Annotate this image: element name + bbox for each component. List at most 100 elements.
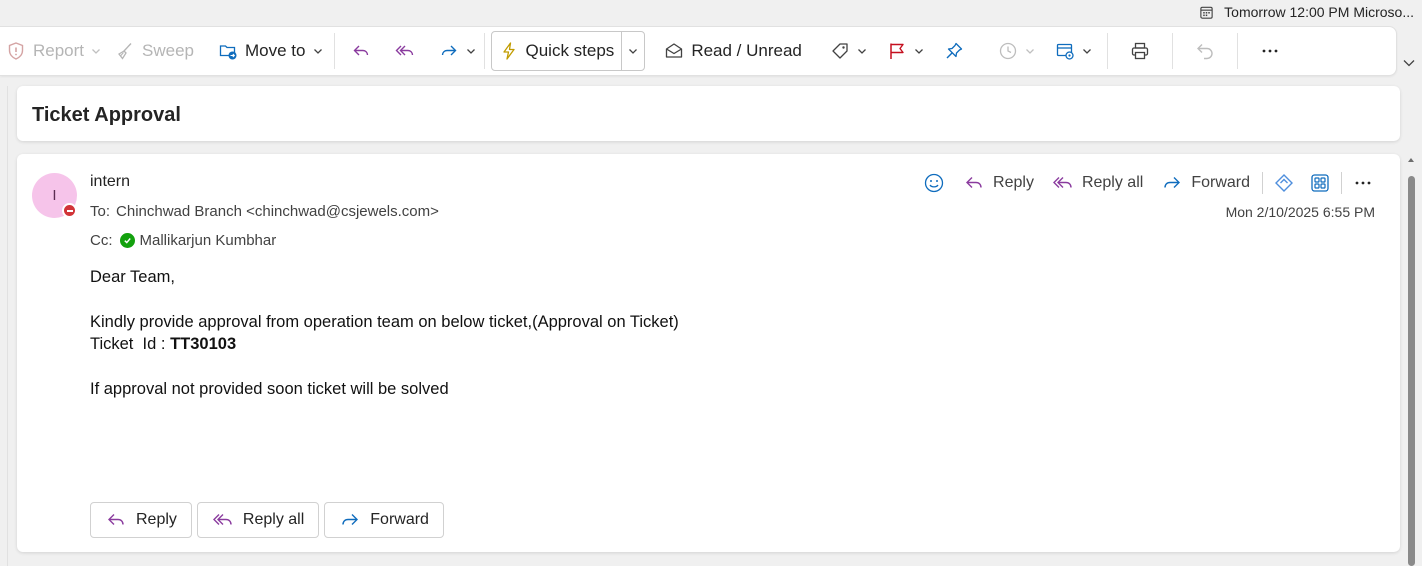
chevron-down-icon	[914, 49, 923, 54]
forward-icon	[441, 45, 456, 56]
report-button[interactable]: Report	[0, 33, 108, 69]
move-to-button[interactable]: Move to	[211, 33, 329, 69]
smiley-icon	[924, 173, 944, 193]
loop-button[interactable]	[1267, 168, 1301, 198]
mail-settings-icon	[1056, 43, 1074, 60]
cc-recipient[interactable]: Mallikarjun Kumbhar	[140, 232, 277, 249]
quick-steps-label: Quick steps	[525, 41, 615, 60]
body-line-3: If approval not provided soon ticket wil…	[90, 380, 449, 398]
pin-button[interactable]	[937, 33, 971, 69]
read-unread-button[interactable]: Read / Unread	[657, 33, 809, 69]
scrollbar-thumb[interactable]	[1408, 176, 1415, 566]
subject-header: Ticket Approval	[17, 86, 1400, 141]
body-greeting: Dear Team,	[90, 268, 175, 286]
presence-available-icon	[119, 233, 135, 248]
reply-label: Reply	[993, 174, 1034, 191]
reply-button[interactable]: Reply	[955, 168, 1042, 198]
ribbon-toolbar: Report Sweep Move to Quick steps Read / …	[0, 26, 1397, 76]
toolbar-divider	[1236, 33, 1238, 69]
move-to-label: Move to	[245, 41, 306, 60]
more-options-button[interactable]	[1242, 33, 1298, 69]
chevron-down-icon[interactable]	[1402, 56, 1416, 70]
report-label: Report	[33, 41, 85, 60]
forward-label: Forward	[1191, 174, 1250, 191]
actions-divider	[1262, 172, 1263, 194]
calendar-icon	[1200, 6, 1213, 19]
folder-move-icon	[219, 45, 237, 60]
body-ticket-line: Ticket Id : TT30103	[90, 333, 1090, 355]
quick-steps-dropdown[interactable]	[622, 32, 644, 70]
undo-icon	[1196, 44, 1213, 60]
ticket-label: Ticket Id :	[90, 335, 171, 353]
actions-divider	[1341, 172, 1342, 194]
loop-icon	[1275, 174, 1293, 192]
message-body: Dear Team, Kindly provide approval from …	[90, 266, 1090, 400]
reply-all-toolbar-button[interactable]	[383, 33, 427, 69]
bottom-reply-button[interactable]: Reply	[90, 502, 192, 538]
reminder-text: Tomorrow 12:00 PM Microso...	[1224, 4, 1414, 20]
envelope-open-icon	[666, 43, 683, 58]
pin-icon	[946, 42, 963, 59]
flag-icon	[890, 43, 904, 59]
printer-icon	[1131, 42, 1149, 60]
title-strip: Tomorrow 12:00 PM Microso...	[0, 0, 1422, 24]
toolbar-divider	[483, 33, 485, 69]
avatar-initial: I	[52, 187, 57, 204]
reply-all-icon	[212, 514, 232, 525]
cc-line: Cc: Mallikarjun Kumbhar	[90, 232, 276, 249]
lightning-icon	[502, 42, 515, 60]
bottom-reply-all-label: Reply all	[242, 511, 305, 528]
apps-button[interactable]	[1303, 168, 1337, 198]
react-button[interactable]	[915, 168, 953, 198]
bottom-forward-button[interactable]: Forward	[324, 502, 444, 538]
more-actions-button[interactable]	[1346, 168, 1380, 198]
categorize-button[interactable]	[823, 33, 874, 69]
forward-icon	[342, 514, 359, 525]
flag-button[interactable]	[880, 33, 931, 69]
more-horizontal-icon	[1262, 49, 1278, 53]
toolbar-divider	[1106, 33, 1108, 69]
reply-all-label: Reply all	[1081, 174, 1144, 191]
clock-icon	[999, 42, 1017, 60]
message-date: Mon 2/10/2025 6:55 PM	[1225, 204, 1375, 220]
presence-busy-icon	[62, 203, 77, 218]
forward-button[interactable]: Forward	[1153, 168, 1258, 198]
toolbar-divider	[333, 33, 335, 69]
sender-name[interactable]: intern	[90, 173, 130, 191]
tag-icon	[832, 43, 848, 59]
forward-icon	[1164, 177, 1181, 188]
body-line-1: Kindly provide approval from operation t…	[90, 313, 679, 331]
chevron-down-icon	[92, 49, 100, 54]
chevron-down-icon	[629, 49, 638, 54]
forward-toolbar-button[interactable]	[427, 33, 480, 69]
snooze-button[interactable]	[991, 33, 1042, 69]
to-label: To:	[90, 203, 111, 220]
chevron-down-icon	[466, 49, 475, 54]
reply-toolbar-button[interactable]	[339, 33, 383, 69]
message-actions: Reply Reply all Forward	[915, 168, 1380, 198]
reading-pane-scrollbar[interactable]	[1405, 154, 1417, 566]
reply-all-icon	[1052, 177, 1072, 188]
to-recipient[interactable]: Chinchwad Branch <chinchwad@csjewels.com…	[116, 203, 439, 220]
folder-pane-edge	[0, 86, 8, 566]
chevron-down-icon	[857, 49, 866, 54]
bottom-reply-all-button[interactable]: Reply all	[196, 502, 320, 538]
message-subject: Ticket Approval	[32, 104, 181, 126]
reply-icon	[966, 177, 982, 188]
cc-label: Cc:	[90, 232, 113, 249]
undo-button[interactable]	[1177, 33, 1233, 69]
reply-all-icon	[395, 45, 413, 56]
quick-steps-button[interactable]: Quick steps	[492, 32, 622, 70]
broom-icon	[118, 43, 132, 60]
reminder-indicator[interactable]: Tomorrow 12:00 PM Microso...	[1199, 1, 1414, 23]
bottom-actions: Reply Reply all Forward	[90, 502, 444, 538]
more-horizontal-icon	[1355, 181, 1371, 185]
ticket-id: TT30103	[170, 335, 237, 353]
sweep-button[interactable]: Sweep	[108, 33, 201, 69]
bottom-forward-label: Forward	[370, 511, 429, 528]
scroll-up-arrow-icon[interactable]	[1407, 156, 1415, 164]
rules-button[interactable]	[1048, 33, 1099, 69]
reply-icon	[353, 45, 368, 56]
reply-all-button[interactable]: Reply all	[1044, 168, 1151, 198]
print-button[interactable]	[1112, 33, 1168, 69]
